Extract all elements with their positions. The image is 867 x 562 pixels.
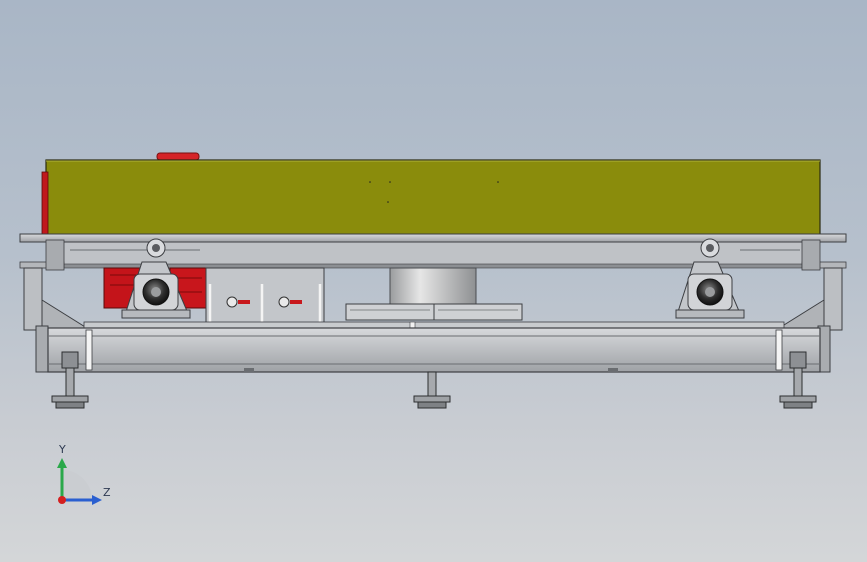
model-viewport[interactable]: Y Z bbox=[0, 0, 867, 562]
slide-marker bbox=[409, 321, 416, 329]
assembly-model[interactable] bbox=[0, 0, 867, 562]
z-axis-label: Z bbox=[103, 486, 111, 499]
center-cylinder bbox=[345, 267, 523, 321]
origin-point bbox=[58, 496, 66, 504]
y-axis-label: Y bbox=[59, 443, 66, 456]
leveling-foot-center bbox=[413, 371, 451, 409]
axis-triad bbox=[57, 458, 102, 505]
deck-plate bbox=[41, 159, 821, 239]
center-mount-block bbox=[205, 267, 325, 324]
slide-rail bbox=[83, 321, 785, 329]
base-frame bbox=[47, 327, 821, 373]
top-handle bbox=[156, 152, 200, 161]
